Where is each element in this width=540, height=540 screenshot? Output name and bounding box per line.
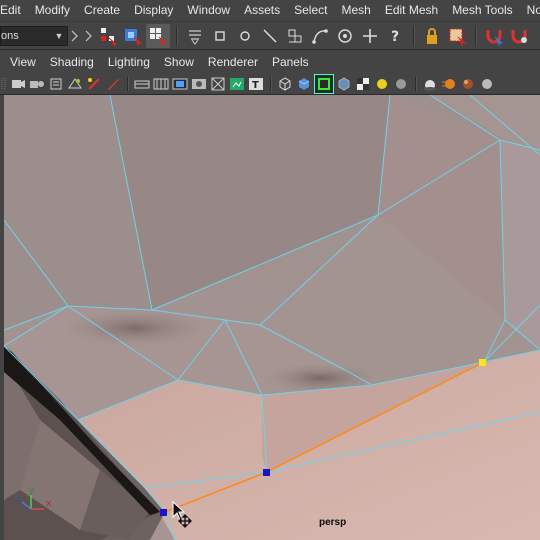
gate-mask-icon[interactable]	[190, 75, 208, 93]
select-object-icon[interactable]	[121, 24, 145, 48]
textured-icon[interactable]	[354, 75, 372, 93]
wireframe-icon[interactable]	[276, 75, 294, 93]
panel-separator-2	[270, 77, 272, 91]
mesh-render[interactable]	[4, 95, 540, 540]
smooth-shade-icon[interactable]	[295, 75, 313, 93]
panel-separator-3	[415, 77, 417, 91]
chevron-down-icon[interactable]: ▼	[53, 28, 65, 44]
snap-live-icon[interactable]	[283, 24, 307, 48]
magnet-icon[interactable]	[507, 24, 531, 48]
motion-blur-icon[interactable]	[440, 75, 458, 93]
panel-menu-renderer[interactable]: Renderer	[201, 50, 265, 74]
snap-target-icon[interactable]	[333, 24, 357, 48]
svg-text:?: ?	[391, 29, 399, 45]
camera-attributes-icon[interactable]	[28, 75, 46, 93]
wireframe-on-shaded-icon[interactable]	[314, 74, 334, 94]
snap-view-plane-icon[interactable]	[258, 24, 282, 48]
snap-point-icon[interactable]	[233, 24, 257, 48]
selected-vertex-blue[interactable]	[160, 509, 167, 516]
safe-title-icon[interactable]: T	[247, 75, 265, 93]
camera-select-icon[interactable]	[9, 75, 27, 93]
menu-normals[interactable]: Normals	[520, 0, 540, 21]
snap-grid-icon[interactable]	[183, 24, 207, 48]
image-plane-icon[interactable]	[66, 75, 84, 93]
menu-select[interactable]: Select	[287, 0, 334, 21]
magnet-select-icon[interactable]	[482, 24, 506, 48]
snap-curve-icon[interactable]	[308, 24, 332, 48]
resolution-gate-icon[interactable]	[171, 75, 189, 93]
grease-pencil-icon[interactable]	[104, 75, 122, 93]
panel-menu-lighting[interactable]: Lighting	[101, 50, 157, 74]
select-hierarchy-icon[interactable]	[96, 24, 120, 48]
field-chart-icon[interactable]	[209, 75, 227, 93]
status-line-toolbar: ons ▼ ?	[0, 21, 540, 50]
pivot-plus-icon[interactable]	[358, 24, 382, 48]
axis-x-label: x	[46, 499, 52, 509]
film-gate-icon[interactable]	[152, 75, 170, 93]
persp-viewport[interactable]: y x z	[4, 95, 540, 540]
shadows-icon[interactable]	[392, 75, 410, 93]
menuset-value: ons	[1, 29, 19, 42]
select-component-icon[interactable]	[146, 23, 170, 48]
menu-display[interactable]: Display	[127, 0, 180, 21]
menu-window[interactable]: Window	[180, 0, 237, 21]
panel-toolbar: T	[0, 74, 540, 95]
mesh-shadow	[65, 310, 205, 346]
use-all-lights-icon[interactable]	[373, 75, 391, 93]
select-highlight-icon[interactable]	[445, 24, 469, 48]
collapse-arrow-icon-2[interactable]	[83, 24, 95, 48]
snap-curve-square-icon[interactable]	[208, 24, 232, 48]
panel-menu-view[interactable]: View	[0, 50, 43, 74]
menu-edit-mesh[interactable]: Edit Mesh	[378, 0, 445, 21]
panel-menu-shading[interactable]: Shading	[43, 50, 101, 74]
collapse-arrow-icon[interactable]	[68, 24, 82, 48]
axis-z-label: z	[15, 495, 20, 505]
selected-vertex-blue[interactable]	[263, 469, 270, 476]
two-d-pan-icon[interactable]	[85, 75, 103, 93]
depth-of-field-icon[interactable]	[478, 75, 496, 93]
mesh-face	[500, 140, 540, 350]
menuset-dropdown[interactable]: ons ▼	[0, 25, 68, 46]
mouse-cursor-icon	[170, 500, 192, 533]
help-question-icon[interactable]: ?	[383, 24, 407, 48]
toolbar-grip-icon	[0, 75, 8, 93]
panel-menubar: View Shading Lighting Show Renderer Pane…	[0, 50, 540, 74]
toolbar-separator-2	[413, 25, 415, 46]
toolbar-separator-3	[475, 25, 477, 46]
menu-assets[interactable]: Assets	[237, 0, 287, 21]
lock-icon[interactable]	[420, 24, 444, 48]
camera-label: persp	[319, 517, 347, 528]
xray-icon[interactable]	[335, 75, 353, 93]
toolbar-separator	[176, 25, 178, 46]
main-menubar: Edit Modify Create Display Window Assets…	[0, 0, 540, 21]
panel-separator	[127, 77, 129, 91]
menu-mesh-tools[interactable]: Mesh Tools	[445, 0, 519, 21]
menu-edit[interactable]: Edit	[0, 0, 28, 21]
menu-create[interactable]: Create	[77, 0, 127, 21]
svg-text:T: T	[252, 80, 259, 91]
axis-y-label: y	[29, 486, 35, 496]
panel-menu-panels[interactable]: Panels	[265, 50, 316, 74]
safe-action-icon[interactable]	[228, 75, 246, 93]
grid-toggle-icon[interactable]	[133, 75, 151, 93]
bookmark-icon[interactable]	[47, 75, 65, 93]
panel-menu-show[interactable]: Show	[157, 50, 201, 74]
screen-space-ao-icon[interactable]	[421, 75, 439, 93]
multisample-aa-icon[interactable]	[459, 75, 477, 93]
menu-mesh[interactable]: Mesh	[334, 0, 377, 21]
selected-vertex-yellow[interactable]	[479, 359, 486, 366]
menu-modify[interactable]: Modify	[28, 0, 77, 21]
